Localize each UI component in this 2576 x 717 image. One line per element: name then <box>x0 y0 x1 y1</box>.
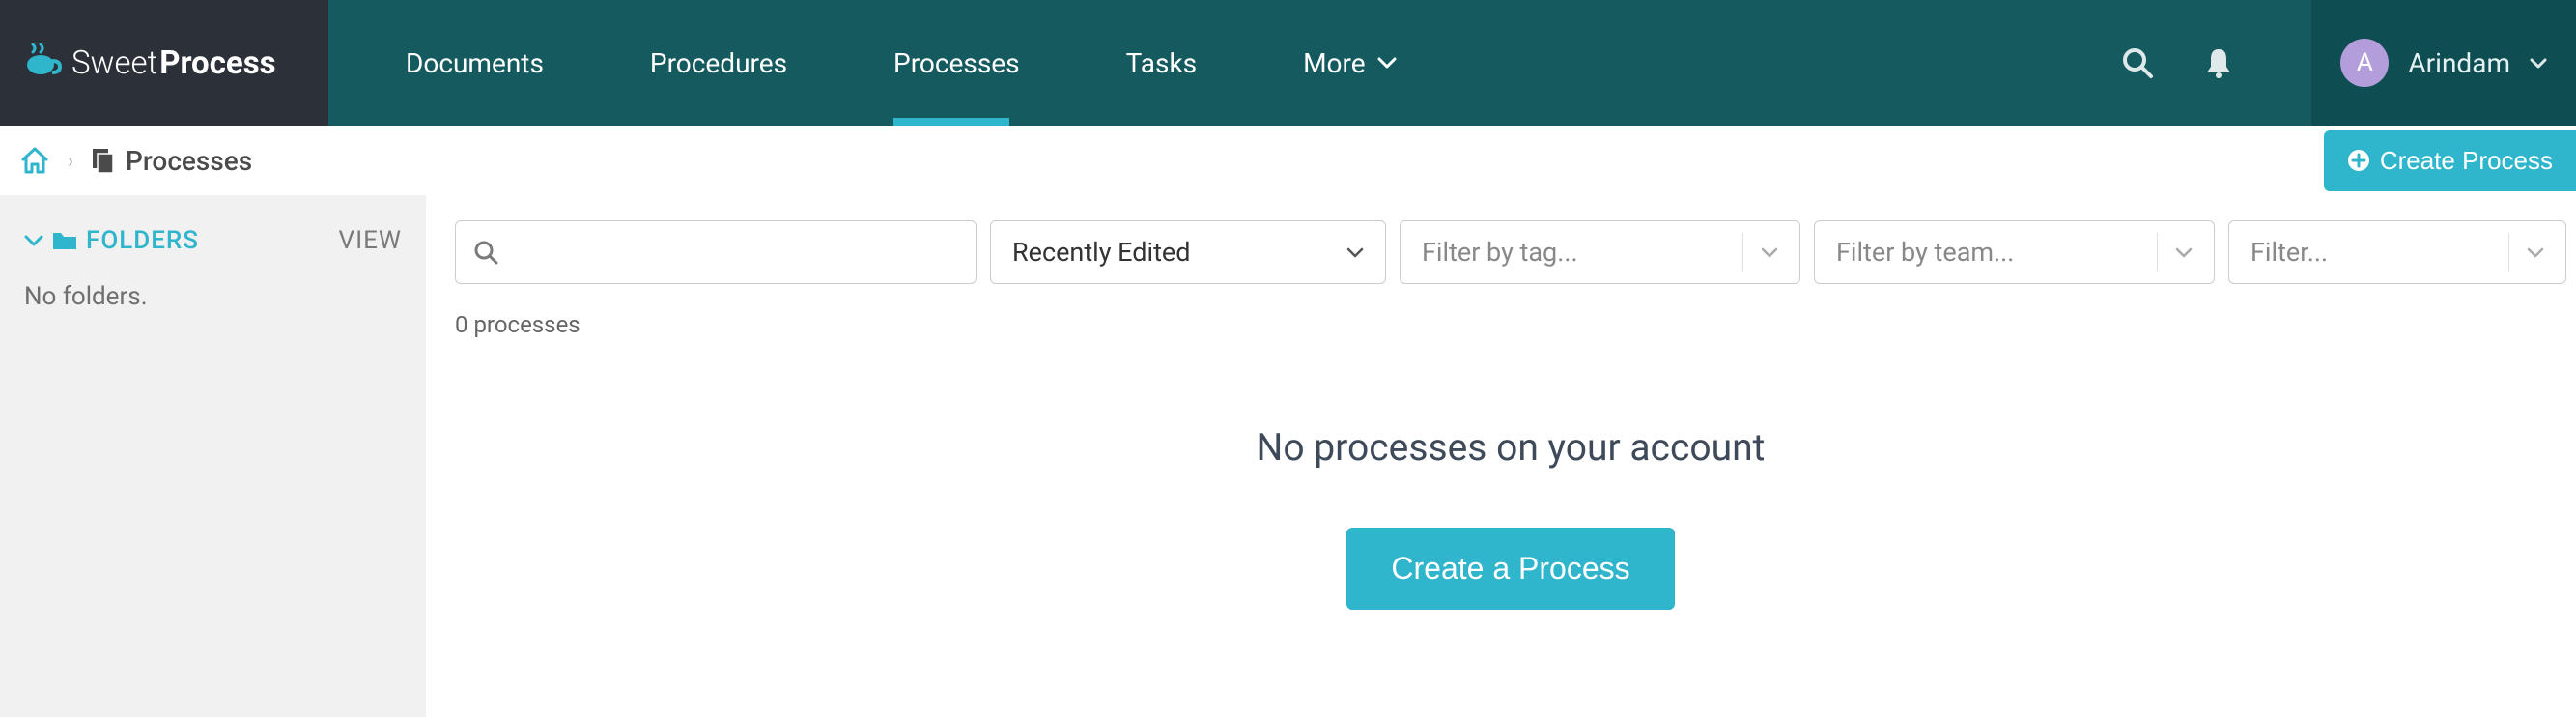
breadcrumb-sep: › <box>68 149 73 172</box>
breadcrumb-current: Processes <box>91 145 252 177</box>
chevron-down-icon <box>1346 246 1364 258</box>
avatar-initial: A <box>2357 48 2373 77</box>
logo-sweet: Sweet <box>71 44 157 82</box>
empty-state: No processes on your account Create a Pr… <box>455 425 2566 610</box>
filters-row: Recently Edited Filter by tag... Filter … <box>455 220 2566 284</box>
search-icon <box>473 240 498 265</box>
folder-icon <box>51 230 78 251</box>
stack-icon <box>91 147 116 174</box>
create-process-label: Create Process <box>2380 146 2553 176</box>
subheader: › Processes Create Process <box>0 126 2576 195</box>
user-menu[interactable]: A Arindam <box>2311 0 2576 126</box>
chevron-down-icon <box>2508 233 2544 272</box>
filter-team-placeholder: Filter by team... <box>1836 237 2014 268</box>
avatar: A <box>2340 39 2389 87</box>
logo[interactable]: Sweet Process <box>0 0 328 126</box>
nav-tab-documents[interactable]: Documents <box>328 0 597 126</box>
chevron-down-icon <box>1742 233 1778 272</box>
chevron-down-icon <box>2157 233 2193 272</box>
chevron-down-icon <box>1377 56 1397 70</box>
nav-tab-procedures[interactable]: Procedures <box>597 0 840 126</box>
nav-tab-more[interactable]: More <box>1250 0 1450 126</box>
filter-team-select[interactable]: Filter by team... <box>1814 220 2215 284</box>
nav-tabs: Documents Procedures Processes Tasks Mor… <box>328 0 2120 126</box>
breadcrumb: › Processes <box>19 145 252 177</box>
process-count: 0 processes <box>455 311 2566 338</box>
home-link[interactable] <box>19 146 50 175</box>
folders-toggle[interactable]: FOLDERS <box>24 226 199 255</box>
bell-icon <box>2203 45 2234 80</box>
nav-tab-processes[interactable]: Processes <box>840 0 1073 126</box>
folders-label: FOLDERS <box>86 226 199 255</box>
nav-right: A Arindam <box>2120 0 2576 126</box>
sort-selected: Recently Edited <box>1012 237 1190 268</box>
search-icon <box>2120 45 2155 80</box>
create-process-button-main[interactable]: Create a Process <box>1346 528 1674 610</box>
nav-tab-tasks[interactable]: Tasks <box>1073 0 1251 126</box>
notifications-button[interactable] <box>2203 45 2234 80</box>
filter-tag-placeholder: Filter by tag... <box>1422 237 1578 268</box>
nav-tab-label: Processes <box>893 47 1020 79</box>
home-icon <box>19 146 50 175</box>
view-label: VIEW <box>339 226 402 255</box>
sidebar: FOLDERS VIEW No folders. <box>0 195 426 717</box>
nav-tab-label: Procedures <box>650 47 787 79</box>
breadcrumb-title-text: Processes <box>126 145 252 177</box>
search-input[interactable] <box>510 238 958 268</box>
content-area: FOLDERS VIEW No folders. Recently Edited <box>0 195 2576 717</box>
empty-title: No processes on your account <box>455 425 2566 470</box>
view-toggle[interactable]: VIEW <box>339 226 402 255</box>
cup-icon <box>23 43 62 82</box>
nav-tab-label: More <box>1303 47 1366 79</box>
sidebar-header: FOLDERS VIEW <box>24 226 402 255</box>
logo-text: Sweet Process <box>71 44 276 82</box>
chevron-down-icon <box>2530 57 2547 69</box>
search-button[interactable] <box>2120 45 2155 80</box>
search-box[interactable] <box>455 220 977 284</box>
nav-tab-label: Documents <box>406 47 544 79</box>
top-nav: Sweet Process Documents Procedures Proce… <box>0 0 2576 126</box>
user-name: Arindam <box>2408 47 2510 79</box>
sort-select[interactable]: Recently Edited <box>990 220 1386 284</box>
filter-generic-placeholder: Filter... <box>2250 237 2328 268</box>
filter-tag-select[interactable]: Filter by tag... <box>1400 220 1800 284</box>
create-process-button-top[interactable]: Create Process <box>2324 130 2576 191</box>
no-folders-text: No folders. <box>24 282 402 311</box>
logo-process: Process <box>159 44 275 82</box>
nav-tab-label: Tasks <box>1126 47 1198 79</box>
filter-generic-select[interactable]: Filter... <box>2228 220 2566 284</box>
chevron-down-icon <box>24 234 43 247</box>
main-panel: Recently Edited Filter by tag... Filter … <box>426 195 2576 717</box>
plus-circle-icon <box>2347 149 2370 172</box>
create-process-main-label: Create a Process <box>1391 551 1629 586</box>
